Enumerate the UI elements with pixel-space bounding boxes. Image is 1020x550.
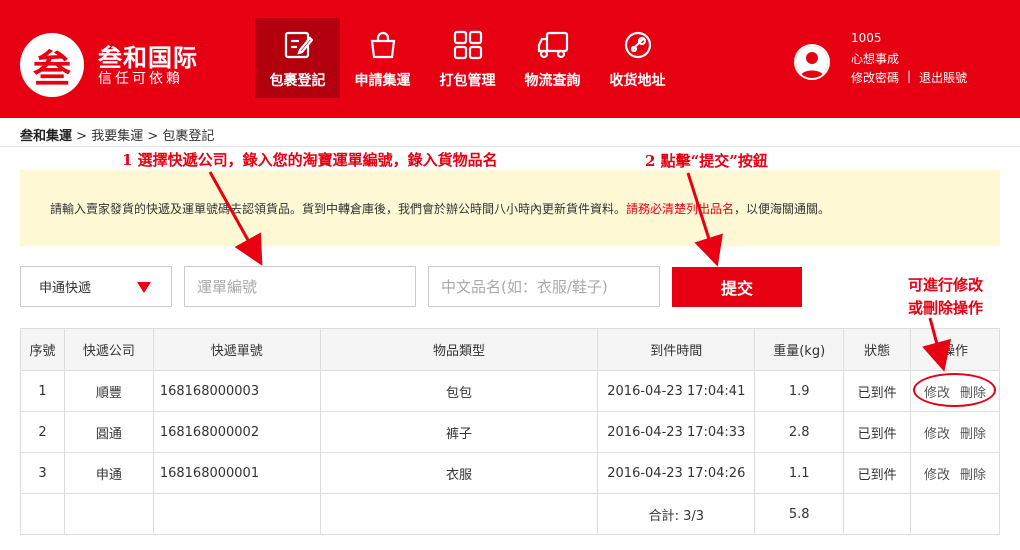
nav-label: 包裹登記 [269, 73, 326, 89]
parcel-table: 序號 快遞公司 快遞單號 物品類型 到件時間 重量(kg) 狀態 操作 1 順豐… [20, 328, 1000, 535]
cell-item: 裤子 [319, 411, 599, 453]
nav-label: 物流查詢 [524, 73, 581, 89]
nav-label: 申請集運 [354, 73, 411, 89]
cell-status: 已到件 [843, 370, 912, 412]
user-id: 1005 [851, 31, 882, 45]
column-header: 到件時間 [597, 328, 756, 371]
cell-time: 2016-04-23 17:04:33 [597, 411, 756, 453]
avatar[interactable] [794, 44, 830, 80]
user-icon [796, 46, 828, 78]
cell-item: 衣服 [319, 452, 599, 494]
courier-select[interactable]: 申通快遞 [20, 266, 172, 307]
table-row: 2 圓通 168168000002 裤子 2016-04-23 17:04:33… [20, 411, 1000, 453]
nav-item-logistics[interactable]: 物流查詢 [510, 18, 595, 98]
table-header-row: 序號 快遞公司 快遞單號 物品類型 到件時間 重量(kg) 狀態 操作 [20, 328, 1000, 371]
notice-highlight: 請務必清楚列出品名 [626, 202, 735, 216]
cell-status: 已到件 [843, 452, 912, 494]
divider [0, 146, 1020, 147]
main-nav: 包裹登記 申請集運 打包管理 物流查詢 收货地址 [255, 18, 680, 98]
notice-tail: ，以便海關通關。 [734, 202, 831, 216]
header-bar: 叁 叁和国际 信任可依賴 包裹登記 申請集運 打包管理 物流查詢 收货地址 10… [0, 0, 1020, 118]
cell-operations: 修改 刪除 [910, 370, 1000, 412]
notice-text: 請輸入賣家發貨的快遞及運單號碼去認領貨品。貨到中轉倉庫後，我們會於辦公時間八小時… [50, 202, 627, 216]
column-header: 操作 [910, 328, 1000, 371]
delete-link[interactable]: 刪除 [960, 468, 986, 483]
cell-item: 包包 [319, 370, 599, 412]
user-name: 心想事成 [851, 52, 900, 66]
breadcrumb-sep: > [72, 129, 92, 144]
nav-item-apply-consolidation[interactable]: 申請集運 [340, 18, 425, 98]
delete-link[interactable]: 刪除 [960, 427, 986, 442]
column-header: 狀態 [843, 328, 912, 371]
column-header: 重量(kg) [754, 328, 845, 371]
breadcrumb-current: 包裹登記 [162, 129, 215, 144]
cell-no: 1 [20, 370, 65, 412]
submit-button[interactable]: 提交 [672, 267, 802, 307]
cell-time: 2016-04-23 17:04:26 [597, 452, 756, 494]
brand-slogan: 信任可依賴 [98, 71, 183, 87]
column-header: 序號 [20, 328, 65, 371]
cell-tracking: 168168000003 [152, 370, 321, 412]
annotation-op-line2: 或刪除操作 [908, 299, 984, 317]
annotation-step1: 1 選擇快遞公司，錄入您的淘寶運單編號，錄入貨物品名 [122, 151, 498, 169]
bag-icon [370, 31, 395, 59]
logo-char: 叁 [32, 45, 71, 91]
logout-link[interactable]: 退出賬號 [919, 69, 967, 86]
delete-link[interactable]: 刪除 [960, 386, 986, 401]
annotation-step2: 2 點擊“提交”按鈕 [645, 152, 768, 170]
cell-no: 3 [20, 452, 65, 494]
nav-label: 收货地址 [609, 73, 666, 89]
cell-weight: 1.1 [754, 452, 845, 494]
annotation-op-line1: 可進行修改 [908, 276, 984, 294]
cell-time: 2016-04-23 17:04:41 [597, 370, 756, 412]
tracking-number-input[interactable] [184, 266, 416, 307]
column-header: 快遞公司 [63, 328, 154, 371]
column-header: 快遞單號 [152, 328, 321, 371]
grid-icon [453, 30, 482, 60]
cell-courier: 圓通 [63, 411, 154, 453]
column-header: 物品類型 [319, 328, 599, 371]
logo[interactable]: 叁 [20, 33, 84, 97]
cell-tracking: 168168000002 [152, 411, 321, 453]
cell-tracking: 168168000001 [152, 452, 321, 494]
nav-label: 打包管理 [439, 73, 496, 89]
table-row: 3 申通 168168000001 衣服 2016-04-23 17:04:26… [20, 452, 1000, 494]
cell-weight: 2.8 [754, 411, 845, 453]
nav-item-parcel-register[interactable]: 包裹登記 [255, 18, 340, 98]
edit-link[interactable]: 修改 [924, 468, 950, 483]
courier-selected-value: 申通快遞 [39, 281, 92, 296]
breadcrumb-sep: > [143, 129, 163, 144]
item-name-input[interactable] [428, 266, 660, 307]
cell-operations: 修改 刪除 [910, 411, 1000, 453]
cell-weight: 1.9 [754, 370, 845, 412]
cell-status: 已到件 [843, 411, 912, 453]
total-label: 合計: 3/3 [597, 493, 756, 535]
cell-operations: 修改 刪除 [910, 452, 1000, 494]
table-total-row: 合計: 3/3 5.8 [20, 493, 1000, 535]
edit-icon [284, 31, 313, 59]
map-icon [624, 31, 651, 59]
nav-item-address[interactable]: 收货地址 [595, 18, 680, 98]
total-weight: 5.8 [754, 493, 845, 535]
cell-courier: 順豐 [63, 370, 154, 412]
link-separator: | [907, 69, 912, 83]
cell-courier: 申通 [63, 452, 154, 494]
breadcrumb-level2[interactable]: 我要集運 [91, 129, 143, 144]
user-links: 修改密碼 | 退出賬號 [851, 69, 967, 86]
notice-box: 請輸入賣家發貨的快遞及運單號碼去認領貨品。貨到中轉倉庫後，我們會於辦公時間八小時… [20, 170, 1000, 246]
table-row: 1 順豐 168168000003 包包 2016-04-23 17:04:41… [20, 370, 1000, 412]
truck-icon [537, 31, 568, 59]
cell-no: 2 [20, 411, 65, 453]
breadcrumb-root[interactable]: 叁和集運 [20, 129, 72, 144]
caret-down-icon [137, 282, 151, 293]
nav-item-packing[interactable]: 打包管理 [425, 18, 510, 98]
edit-link[interactable]: 修改 [924, 427, 950, 442]
change-password-link[interactable]: 修改密碼 [851, 69, 899, 86]
breadcrumb: 叁和集運 > 我要集運 > 包裹登記 [20, 125, 214, 144]
edit-link[interactable]: 修改 [924, 386, 950, 401]
